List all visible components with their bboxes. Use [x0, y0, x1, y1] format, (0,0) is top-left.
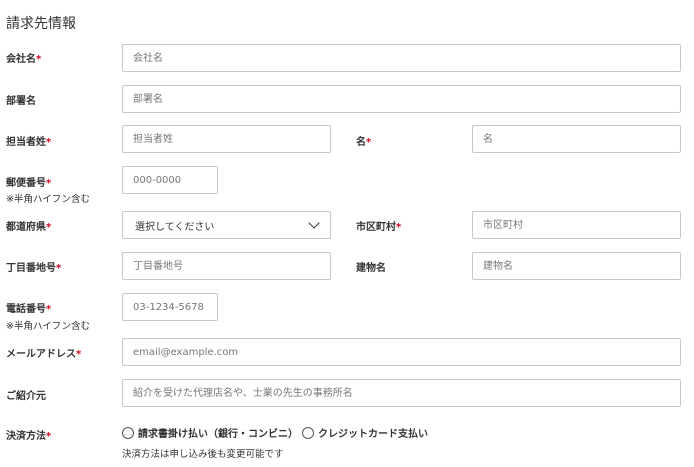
required-mark: *: [46, 222, 52, 233]
department-label: 部署名: [6, 96, 36, 107]
phone-label: 電話番号*: [6, 300, 51, 315]
prefecture-label: 都道府県*: [6, 218, 51, 233]
required-mark: *: [366, 137, 372, 148]
phone-sublabel: ※半角ハイフン含む: [6, 321, 90, 332]
first-name-label-text: 名: [356, 137, 366, 148]
required-mark: *: [46, 304, 52, 315]
prefecture-selected: 選択してください: [135, 221, 215, 233]
radio-icon[interactable]: [122, 426, 134, 439]
section-title: 請求先情報: [6, 16, 76, 32]
required-mark: *: [396, 222, 402, 233]
payment-note: 決済方法は申し込み後も変更可能です: [122, 449, 284, 460]
prefecture-select[interactable]: 選択してください: [122, 211, 331, 239]
phone-input[interactable]: [122, 293, 218, 321]
first-name-label: 名*: [356, 133, 371, 148]
company-label: 会社名*: [6, 50, 41, 65]
required-mark: *: [46, 137, 52, 148]
required-mark: *: [76, 349, 82, 360]
postal-input[interactable]: [122, 166, 218, 194]
last-name-label: 担当者姓*: [6, 133, 51, 148]
department-input[interactable]: [122, 85, 681, 113]
required-mark: *: [46, 178, 52, 189]
referral-input[interactable]: [122, 379, 681, 407]
required-mark: *: [56, 263, 62, 274]
email-label: メールアドレス*: [6, 345, 81, 360]
payment-option-invoice-label: 請求書掛け払い（銀行・コンビニ）: [138, 429, 298, 440]
city-label: 市区町村*: [356, 218, 401, 233]
chevron-down-icon: [308, 217, 320, 229]
required-mark: *: [46, 431, 52, 442]
company-label-text: 会社名: [6, 54, 36, 65]
city-input[interactable]: [472, 211, 681, 239]
payment-options: 請求書掛け払い（銀行・コンビニ） クレジットカード支払い: [122, 425, 432, 440]
email-input[interactable]: [122, 338, 681, 366]
payment-option-credit-card-label: クレジットカード支払い: [318, 429, 428, 440]
address-label: 丁目番地号*: [6, 259, 61, 274]
payment-option-invoice[interactable]: 請求書掛け払い（銀行・コンビニ）: [122, 425, 298, 440]
last-name-input[interactable]: [122, 125, 331, 153]
payment-label: 決済方法*: [6, 427, 51, 442]
radio-icon[interactable]: [302, 426, 314, 439]
email-label-text: メールアドレス: [6, 349, 76, 360]
company-input[interactable]: [122, 44, 681, 72]
last-name-label-text: 担当者姓: [6, 137, 46, 148]
phone-label-text: 電話番号: [6, 304, 46, 315]
address-label-text: 丁目番地号: [6, 263, 56, 274]
prefecture-label-text: 都道府県: [6, 222, 46, 233]
building-input[interactable]: [472, 252, 681, 280]
payment-label-text: 決済方法: [6, 431, 46, 442]
payment-option-credit-card[interactable]: クレジットカード支払い: [302, 425, 428, 440]
required-mark: *: [36, 54, 42, 65]
address-input[interactable]: [122, 252, 331, 280]
postal-label: 郵便番号*: [6, 174, 51, 189]
postal-sublabel: ※半角ハイフン含む: [6, 194, 90, 205]
postal-label-text: 郵便番号: [6, 178, 46, 189]
city-label-text: 市区町村: [356, 222, 396, 233]
referral-label: ご紹介元: [6, 391, 46, 402]
first-name-input[interactable]: [472, 125, 681, 153]
building-label: 建物名: [356, 263, 386, 274]
